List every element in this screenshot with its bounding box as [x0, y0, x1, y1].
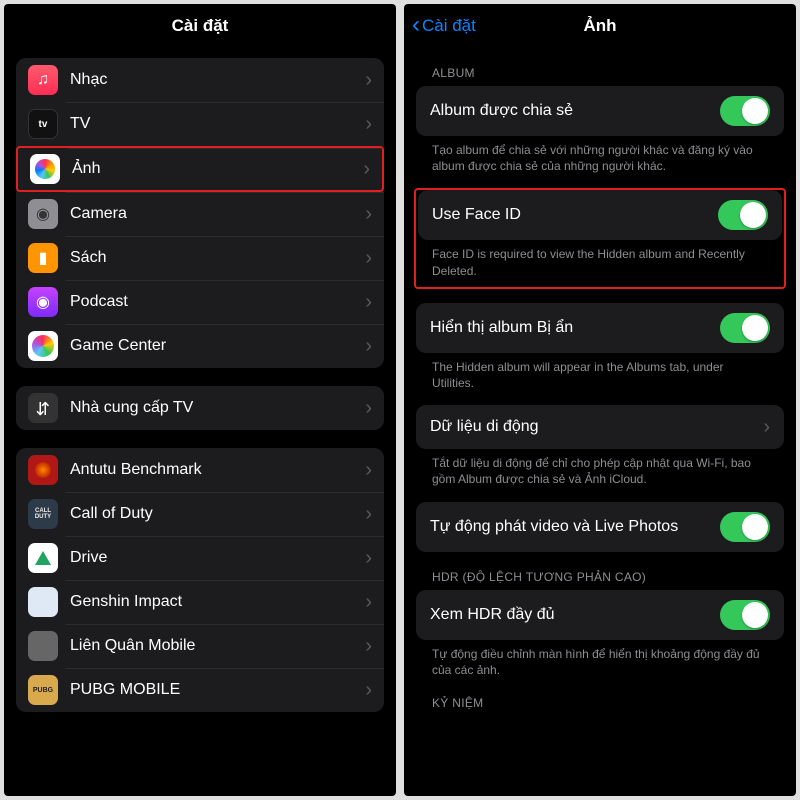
row-antutu[interactable]: Antutu Benchmark ›	[16, 448, 384, 492]
camera-icon: ◉	[28, 199, 58, 229]
nav-bar: Cài đặt	[4, 4, 396, 48]
left-content: ♫ Nhạc › tv TV › Ảnh › ◉ Camera ›	[4, 48, 396, 796]
toggle-hdr[interactable]	[720, 600, 770, 630]
row-camera[interactable]: ◉ Camera ›	[16, 192, 384, 236]
chevron-right-icon: ›	[363, 158, 370, 181]
row-label: Genshin Impact	[70, 593, 359, 611]
toggle-shared-album[interactable]	[720, 96, 770, 126]
chevron-right-icon: ›	[365, 335, 372, 358]
row-label: Nhạc	[70, 71, 359, 89]
chevron-right-icon: ›	[365, 247, 372, 270]
chevron-right-icon: ›	[365, 69, 372, 92]
row-label: Antutu Benchmark	[70, 461, 359, 479]
footnote-hdr: Tự động điều chỉnh màn hình để hiển thị …	[432, 646, 768, 678]
podcast-icon: ◉	[28, 287, 58, 317]
chevron-right-icon: ›	[365, 547, 372, 570]
row-label: Use Face ID	[432, 206, 718, 224]
pubg-icon: PUBG	[28, 675, 58, 705]
tv-provider-list: ⇆ Nhà cung cấp TV ›	[16, 386, 384, 430]
row-genshin[interactable]: Genshin Impact ›	[16, 580, 384, 624]
chevron-right-icon: ›	[365, 591, 372, 614]
row-label: Album được chia sẻ	[430, 102, 720, 120]
genshin-icon	[28, 587, 58, 617]
toggle-faceid[interactable]	[718, 200, 768, 230]
row-label: Liên Quân Mobile	[70, 637, 359, 655]
nav-title: Cài đặt	[172, 16, 229, 36]
nav-bar: ‹ Cài đặt Ảnh	[404, 4, 796, 48]
music-icon: ♫	[28, 65, 58, 95]
row-podcast[interactable]: ◉ Podcast ›	[16, 280, 384, 324]
section-header-hdr: HDR (ĐỘ LỆCH TƯƠNG PHẢN CAO)	[432, 570, 768, 584]
row-books[interactable]: ▮ Sách ›	[16, 236, 384, 280]
row-label: Sách	[70, 249, 359, 267]
row-label: Game Center	[70, 337, 359, 355]
drive-icon	[28, 543, 58, 573]
row-gamecenter[interactable]: Game Center ›	[16, 324, 384, 368]
tv-provider-icon: ⇆	[28, 393, 58, 423]
footnote-hidden-album: The Hidden album will appear in the Albu…	[432, 359, 768, 391]
section-header-album: ALBUM	[432, 66, 768, 80]
row-shared-album[interactable]: Album được chia sẻ	[416, 86, 784, 136]
chevron-right-icon: ›	[365, 291, 372, 314]
back-label: Cài đặt	[422, 16, 476, 36]
row-music[interactable]: ♫ Nhạc ›	[16, 58, 384, 102]
chevron-right-icon: ›	[763, 416, 770, 439]
left-phone-settings: Cài đặt ♫ Nhạc › tv TV › Ảnh ›	[4, 4, 396, 796]
row-label: Ảnh	[72, 160, 357, 178]
tv-icon: tv	[28, 109, 58, 139]
row-pubg[interactable]: PUBG PUBG MOBILE ›	[16, 668, 384, 712]
chevron-right-icon: ›	[365, 635, 372, 658]
chevron-right-icon: ›	[365, 503, 372, 526]
row-label: Camera	[70, 205, 359, 223]
faceid-highlight: Use Face ID Face ID is required to view …	[414, 188, 786, 288]
row-label: Drive	[70, 549, 359, 567]
row-label: Hiển thị album Bị ẩn	[430, 319, 720, 337]
right-phone-photos-settings: ‹ Cài đặt Ảnh ALBUM Album được chia sẻ T…	[404, 4, 796, 796]
antutu-icon	[28, 455, 58, 485]
row-label: Xem HDR đầy đủ	[430, 606, 720, 624]
row-label: Podcast	[70, 293, 359, 311]
chevron-right-icon: ›	[365, 113, 372, 136]
row-label: Dữ liệu di động	[430, 418, 757, 436]
books-icon: ▮	[28, 243, 58, 273]
cod-icon: CALLDUTY	[28, 499, 58, 529]
row-label: PUBG MOBILE	[70, 681, 359, 699]
chevron-right-icon: ›	[365, 459, 372, 482]
row-drive[interactable]: Drive ›	[16, 536, 384, 580]
row-use-faceid[interactable]: Use Face ID	[418, 190, 782, 240]
chevron-right-icon: ›	[365, 397, 372, 420]
section-header-memories: KỶ NIỆM	[432, 696, 768, 710]
apple-apps-list: ♫ Nhạc › tv TV › Ảnh › ◉ Camera ›	[16, 58, 384, 368]
chevron-right-icon: ›	[365, 679, 372, 702]
row-autoplay[interactable]: Tự động phát video và Live Photos	[416, 502, 784, 552]
row-lienquan[interactable]: Liên Quân Mobile ›	[16, 624, 384, 668]
third-party-apps-list: Antutu Benchmark › CALLDUTY Call of Duty…	[16, 448, 384, 712]
footnote-cellular: Tắt dữ liệu di động để chỉ cho phép cập …	[432, 455, 768, 487]
row-label: TV	[70, 115, 359, 133]
toggle-hidden-album[interactable]	[720, 313, 770, 343]
row-label: Nhà cung cấp TV	[70, 399, 359, 417]
lienquan-icon	[28, 631, 58, 661]
row-hdr[interactable]: Xem HDR đầy đủ	[416, 590, 784, 640]
photos-icon	[30, 154, 60, 184]
gamecenter-icon	[28, 331, 58, 361]
row-cod[interactable]: CALLDUTY Call of Duty ›	[16, 492, 384, 536]
chevron-left-icon: ‹	[412, 13, 420, 37]
footnote-faceid: Face ID is required to view the Hidden a…	[432, 246, 768, 278]
row-hidden-album[interactable]: Hiển thị album Bị ẩn	[416, 303, 784, 353]
toggle-autoplay[interactable]	[720, 512, 770, 542]
footnote-shared-album: Tạo album để chia sẻ với những người khá…	[432, 142, 768, 174]
row-tv-provider[interactable]: ⇆ Nhà cung cấp TV ›	[16, 386, 384, 430]
row-cellular-data[interactable]: Dữ liệu di động ›	[416, 405, 784, 449]
right-content: ALBUM Album được chia sẻ Tạo album để ch…	[404, 48, 796, 796]
row-label: Tự động phát video và Live Photos	[430, 518, 720, 536]
back-button[interactable]: ‹ Cài đặt	[412, 4, 476, 48]
row-photos[interactable]: Ảnh ›	[16, 146, 384, 192]
nav-title: Ảnh	[583, 16, 616, 36]
chevron-right-icon: ›	[365, 203, 372, 226]
row-label: Call of Duty	[70, 505, 359, 523]
row-tv[interactable]: tv TV ›	[16, 102, 384, 146]
